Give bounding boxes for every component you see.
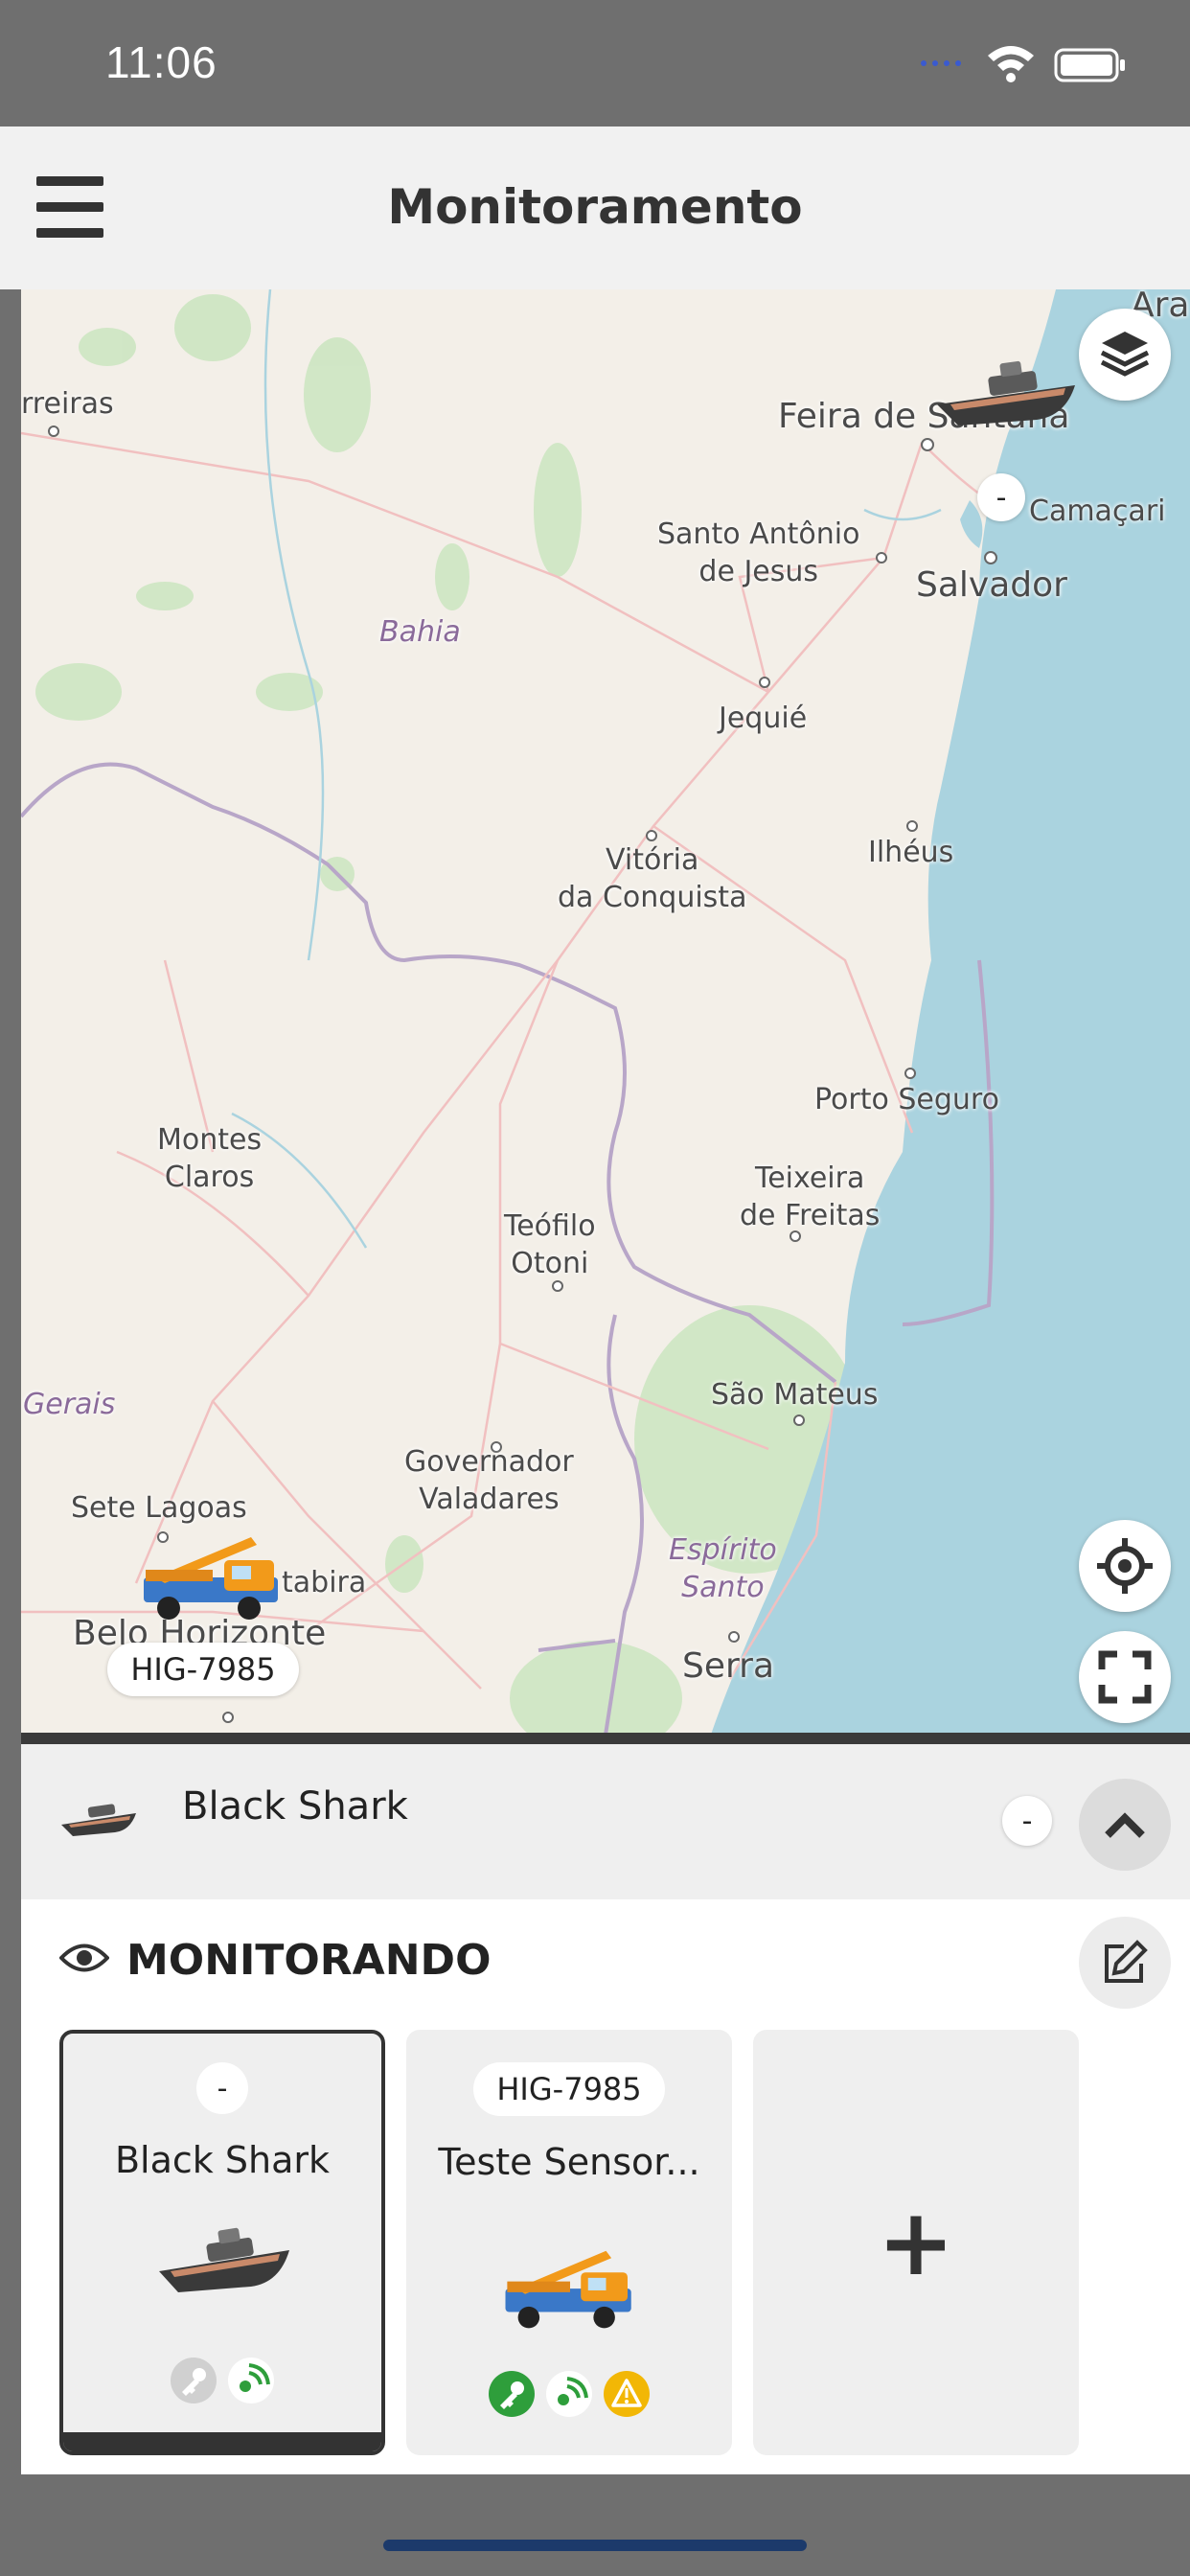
monitoring-title: MONITORANDO: [126, 1936, 492, 1985]
signal-icon: [546, 2371, 592, 2417]
status-time: 11:06: [105, 37, 217, 87]
fullscreen-icon[interactable]: [1079, 1631, 1171, 1723]
status-bar: 11:06: [0, 0, 1190, 126]
vehicle-card-name: Black Shark: [114, 2139, 330, 2181]
map-label-bahia: Bahia: [379, 615, 461, 649]
map-label-governador-valadares: Governador Valadares: [404, 1445, 574, 1516]
map-label-teixeira-de-freitas: Teixeira de Freitas: [740, 1162, 881, 1232]
map-label-sete-lagoas: Sete Lagoas: [71, 1491, 247, 1525]
map-label-jequie: Jequié: [719, 702, 808, 735]
left-gutter: [0, 289, 21, 2474]
map-label-ilheus: Ilhéus: [868, 836, 954, 869]
truck-marker-badge: HIG-7985: [107, 1643, 299, 1696]
wifi-icon: [988, 46, 1034, 82]
key-icon: [489, 2371, 535, 2417]
chevron-up-icon[interactable]: [1079, 1779, 1171, 1871]
warning-icon: [604, 2371, 650, 2417]
layers-icon[interactable]: [1079, 309, 1171, 401]
add-vehicle-card[interactable]: +: [753, 2030, 1079, 2455]
truck-icon: [505, 2250, 631, 2329]
map-view[interactable]: rreiras Feira de Santana Ara Camaçari Sa…: [21, 289, 1190, 1735]
battery-icon: [1054, 48, 1125, 82]
map-label-salvador: Salvador: [916, 565, 1067, 605]
boat-marker-badge: -: [977, 473, 1025, 521]
selected-vehicle-badge: -: [1002, 1796, 1052, 1846]
vehicle-card-badge: HIG-7985: [473, 2062, 665, 2116]
page-title: Monitoramento: [387, 179, 803, 235]
map-divider: [21, 1733, 1190, 1744]
map-label-vitoria-da-conquista: Vitória da Conquista: [558, 843, 747, 914]
monitoring-panel: MONITORANDO - Black Shark HIG-7985 Teste…: [21, 1899, 1190, 2474]
map-label-teofilo-otoni: Teófilo Otoni: [504, 1209, 596, 1280]
truck-marker-icon[interactable]: [136, 1531, 289, 1627]
boat-icon: [159, 2227, 289, 2292]
map-label-itabira: tabira: [282, 1566, 367, 1599]
signal-icon: [228, 2358, 274, 2404]
selected-vehicle-bar[interactable]: Black Shark -: [21, 1744, 1190, 1899]
selected-vehicle-name: Black Shark: [182, 1784, 408, 1828]
plus-icon: +: [877, 2189, 955, 2296]
edit-icon[interactable]: [1079, 1917, 1171, 2009]
vehicle-card-teste-sensor[interactable]: HIG-7985 Teste Sensor...: [406, 2030, 732, 2455]
map-label-serra: Serra: [682, 1646, 775, 1686]
app-header: Monitoramento: [0, 126, 1190, 289]
crosshair-icon[interactable]: [1079, 1520, 1171, 1612]
map-label-gerais: Gerais: [23, 1388, 116, 1421]
vehicle-card-name: Teste Sensor...: [438, 2141, 700, 2183]
cellular-signal-icon: [921, 60, 961, 66]
boat-icon: [61, 1804, 136, 1836]
key-icon: [171, 2358, 217, 2404]
eye-icon: [59, 1944, 109, 1972]
vehicle-card-black-shark[interactable]: - Black Shark: [59, 2030, 385, 2455]
map-label-santo-antonio: Santo Antônio de Jesus: [657, 518, 860, 588]
home-indicator[interactable]: [383, 2540, 807, 2551]
map-label-montes-claros: Montes Claros: [157, 1123, 263, 1194]
map-label-camacari: Camaçari: [1029, 494, 1166, 528]
map-label-espirito-santo: Espírito Santo: [669, 1533, 777, 1604]
map-label-sao-mateus: São Mateus: [711, 1378, 879, 1412]
map-label-barreiras: rreiras: [21, 387, 114, 421]
map-label-porto-seguro: Porto Seguro: [814, 1083, 999, 1116]
vehicle-card-badge: -: [196, 2062, 248, 2114]
boat-marker-icon[interactable]: [931, 356, 1085, 433]
